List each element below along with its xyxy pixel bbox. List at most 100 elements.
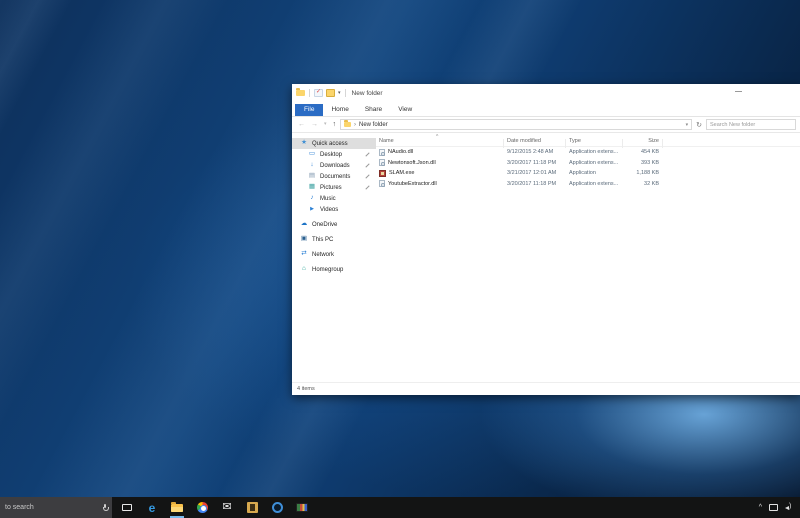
mail-button[interactable]: ✉ — [220, 497, 234, 518]
pin-icon — [365, 152, 370, 157]
pin-icon — [365, 174, 370, 179]
sidebar-item-label: Desktop — [320, 151, 343, 158]
file-name: NAudio.dll — [388, 149, 414, 156]
task-view-icon — [122, 504, 132, 511]
onedrive-cloud-icon: ☁ — [300, 220, 308, 228]
properties-button[interactable] — [314, 88, 323, 97]
file-row-naudio-dll[interactable]: NAudio.dll 9/12/2015 2:48 AM Application… — [376, 147, 800, 158]
sidebar-item-videos[interactable]: ▶ Videos — [292, 204, 376, 215]
sidebar-item-label: Music — [320, 195, 336, 202]
file-list-pane: Name ^ Date modified Type Size NAudio.dl… — [376, 133, 800, 382]
sidebar-item-label: This PC — [312, 236, 334, 243]
back-button[interactable]: ← — [296, 121, 307, 128]
edge-icon: e — [148, 500, 156, 515]
sidebar-item-label: Videos — [320, 206, 339, 213]
title-bar[interactable]: ▾ New folder — [292, 84, 800, 102]
sidebar-item-network[interactable]: ⇄ Network — [292, 249, 376, 260]
column-header-type[interactable]: Type — [566, 137, 623, 148]
task-view-button[interactable] — [120, 497, 134, 518]
yellow-game-icon — [246, 502, 258, 513]
minimize-button[interactable] — [735, 91, 742, 92]
taskbar-search-box[interactable]: to search — [0, 497, 112, 518]
pictures-icon: ▦ — [308, 183, 316, 191]
file-type: Application extens... — [569, 149, 619, 156]
edge-button[interactable]: e — [145, 497, 159, 518]
file-explorer-button[interactable] — [170, 497, 184, 518]
taskbar: to search e ✉ ^ — [0, 497, 800, 518]
sidebar-item-music[interactable]: ♪ Music — [292, 193, 376, 204]
file-size: 454 KB — [640, 149, 659, 156]
sidebar-item-downloads[interactable]: ↓ Downloads — [292, 160, 376, 171]
tab-file[interactable]: File — [295, 104, 324, 116]
sidebar-item-quick-access[interactable]: ★ Quick access — [292, 138, 376, 149]
refresh-icon[interactable]: ↻ — [694, 121, 704, 129]
blue-circle-app-button[interactable] — [270, 497, 284, 518]
chrome-icon — [196, 502, 208, 513]
file-name: Newtonsoft.Json.dll — [388, 159, 436, 166]
sidebar-item-label: Network — [312, 251, 335, 258]
sidebar-item-label: Quick access — [312, 140, 348, 147]
hidden-icons-chevron-icon[interactable]: ^ — [759, 504, 762, 511]
breadcrumb-separator: › — [354, 121, 357, 128]
column-header-name[interactable]: Name ^ — [376, 134, 504, 148]
file-row-youtubeextractor-dll[interactable]: YoutubeExtractor.dll 3/20/2017 11:18 PM … — [376, 179, 800, 190]
file-date: 3/20/2017 11:18 PM — [507, 159, 557, 166]
file-row-slam-exe[interactable]: SLAM.exe 3/21/2017 12:01 AM Application … — [376, 168, 800, 179]
column-label: Name — [379, 137, 394, 144]
address-bar-row: ← → ▾ ↑ › New folder ▾ ↻ Search New fold… — [292, 117, 800, 133]
file-size: 32 KB — [644, 180, 659, 187]
file-name: YoutubeExtractor.dll — [388, 180, 437, 187]
new-folder-button[interactable] — [326, 89, 335, 97]
media-app-icon — [296, 503, 308, 512]
column-label: Size — [648, 137, 659, 144]
navigation-pane: ★ Quick access ▭ Desktop ↓ Downloads ▤ D… — [292, 133, 376, 382]
recent-locations-chevron-icon[interactable]: ▾ — [322, 122, 329, 127]
this-pc-icon: ▣ — [300, 235, 308, 243]
status-bar: 4 items — [292, 382, 800, 395]
dll-file-icon — [379, 180, 385, 188]
tab-view[interactable]: View — [390, 104, 420, 116]
sidebar-item-label: OneDrive — [312, 221, 338, 228]
dll-file-icon — [379, 148, 385, 156]
display-network-icon[interactable] — [769, 504, 778, 511]
search-input[interactable]: Search New folder — [706, 119, 796, 130]
sidebar-item-onedrive[interactable]: ☁ OneDrive — [292, 219, 376, 230]
wallpaper-light-beam — [0, 0, 143, 518]
dll-file-icon — [379, 159, 385, 167]
customize-qat-chevron-icon[interactable]: ▾ — [338, 90, 341, 96]
taskbar-app-icons: e ✉ — [120, 497, 309, 518]
volume-icon[interactable] — [785, 503, 794, 512]
sidebar-item-this-pc[interactable]: ▣ This PC — [292, 234, 376, 245]
up-button[interactable]: ↑ — [331, 121, 339, 128]
quick-access-toolbar: ▾ — [296, 88, 347, 97]
column-header-size[interactable]: Size — [623, 137, 663, 148]
forward-button[interactable]: → — [309, 121, 320, 128]
blue-circle-app-icon — [271, 502, 283, 513]
tab-home[interactable]: Home — [323, 104, 356, 116]
microphone-icon[interactable] — [103, 504, 109, 511]
breadcrumb-current-folder[interactable]: New folder — [359, 122, 388, 128]
file-size: 1,188 KB — [636, 170, 659, 177]
media-app-button[interactable] — [295, 497, 309, 518]
file-explorer-icon — [171, 501, 183, 512]
game-app-button[interactable] — [245, 497, 259, 518]
chrome-button[interactable] — [195, 497, 209, 518]
sidebar-item-desktop[interactable]: ▭ Desktop — [292, 149, 376, 160]
address-dropdown-chevron-icon[interactable]: ▾ — [686, 122, 689, 128]
wallpaper-light-beam — [0, 0, 308, 518]
column-label: Type — [569, 137, 581, 144]
quick-access-star-icon: ★ — [301, 139, 307, 147]
sidebar-item-label: Homegroup — [312, 266, 344, 273]
sidebar-item-homegroup[interactable]: ⌂ Homegroup — [292, 264, 376, 275]
file-row-newtonsoft-json-dll[interactable]: Newtonsoft.Json.dll 3/20/2017 11:18 PM A… — [376, 158, 800, 169]
documents-icon: ▤ — [308, 172, 316, 180]
exe-file-icon — [379, 169, 386, 177]
file-type: Application extens... — [569, 159, 619, 166]
column-header-date-modified[interactable]: Date modified — [504, 137, 566, 148]
file-type: Application — [569, 170, 596, 177]
sidebar-item-pictures[interactable]: ▦ Pictures — [292, 182, 376, 193]
tab-share[interactable]: Share — [357, 104, 390, 116]
column-label: Date modified — [507, 137, 541, 144]
sidebar-item-documents[interactable]: ▤ Documents — [292, 171, 376, 182]
address-bar[interactable]: › New folder ▾ — [340, 119, 693, 130]
